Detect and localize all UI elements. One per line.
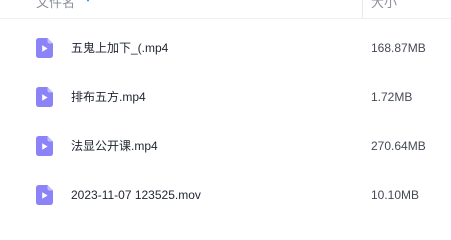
file-name[interactable]: 排布五方.mp4: [71, 90, 146, 104]
video-file-icon: [36, 38, 53, 58]
file-row[interactable]: 排布五方.mp4 1.72MB: [0, 72, 451, 122]
column-header-size[interactable]: 大小: [371, 0, 397, 11]
column-divider[interactable]: [362, 0, 363, 18]
file-size: 10.10MB: [371, 188, 420, 202]
column-header-name[interactable]: 文件名: [36, 0, 75, 11]
file-size: 1.72MB: [371, 90, 413, 104]
file-row[interactable]: 2023-11-07 123525.mov 10.10MB: [0, 170, 451, 220]
video-file-icon: [36, 136, 53, 156]
file-name[interactable]: 五鬼上加下_(.mp4: [71, 41, 168, 55]
file-list-header: 文件名 大小: [0, 0, 451, 19]
video-file-icon: [36, 185, 53, 205]
file-name[interactable]: 法显公开课.mp4: [71, 139, 158, 153]
video-file-icon: [36, 87, 53, 107]
sort-down-icon[interactable]: [85, 0, 91, 2]
file-size: 270.64MB: [371, 139, 426, 153]
file-size: 168.87MB: [371, 41, 426, 55]
file-row[interactable]: 法显公开课.mp4 270.64MB: [0, 121, 451, 171]
file-name[interactable]: 2023-11-07 123525.mov: [71, 188, 201, 202]
file-row[interactable]: 五鬼上加下_(.mp4 168.87MB: [0, 23, 451, 73]
